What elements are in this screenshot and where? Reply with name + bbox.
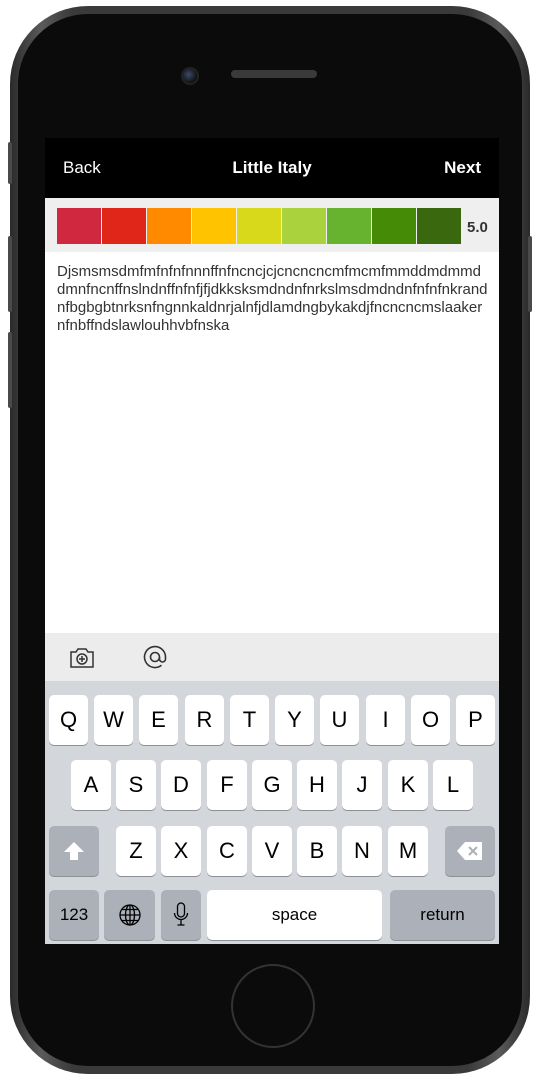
key-b[interactable]: B — [297, 826, 337, 876]
rating-segment-5[interactable] — [237, 208, 281, 244]
dictation-key[interactable] — [161, 890, 201, 940]
key-z[interactable]: Z — [116, 826, 156, 876]
rating-segment-3[interactable] — [147, 208, 191, 244]
rating-value: 5.0 — [467, 219, 488, 236]
key-v[interactable]: V — [252, 826, 292, 876]
at-sign-icon[interactable] — [141, 643, 169, 671]
earpiece-speaker — [231, 70, 317, 78]
key-y[interactable]: Y — [275, 695, 314, 745]
microphone-icon — [173, 902, 189, 926]
rating-segment-7[interactable] — [327, 208, 371, 244]
globe-icon — [118, 904, 141, 926]
space-key[interactable]: space — [207, 890, 382, 940]
key-w[interactable]: W — [94, 695, 133, 745]
key-i[interactable]: I — [366, 695, 405, 745]
mute-switch — [8, 142, 12, 184]
return-key[interactable]: return — [390, 890, 495, 940]
key-d[interactable]: D — [161, 760, 201, 810]
camera-plus-icon[interactable] — [68, 643, 96, 671]
rating-segment-4[interactable] — [192, 208, 236, 244]
next-button[interactable]: Next — [444, 158, 481, 178]
globe-key[interactable] — [104, 890, 155, 940]
page-title: Little Italy — [232, 158, 312, 177]
front-camera — [181, 67, 199, 85]
key-r[interactable]: R — [185, 695, 224, 745]
app-screen: Back Little Italy Next 5.0 Djsmsmsdmfmfn… — [45, 138, 499, 944]
backspace-key[interactable] — [445, 826, 495, 876]
key-s[interactable]: S — [116, 760, 156, 810]
key-x[interactable]: X — [161, 826, 201, 876]
rating-segment-8[interactable] — [372, 208, 416, 244]
key-a[interactable]: A — [71, 760, 111, 810]
backspace-icon — [457, 842, 482, 860]
rating-segment-1[interactable] — [57, 208, 101, 244]
input-toolbar — [45, 633, 499, 681]
rating-segment-9[interactable] — [417, 208, 461, 244]
power-button — [528, 236, 532, 312]
navigation-bar: Back Little Italy Next — [45, 138, 499, 198]
key-f[interactable]: F — [207, 760, 247, 810]
shift-key[interactable] — [49, 826, 99, 876]
key-h[interactable]: H — [297, 760, 337, 810]
volume-up-button — [8, 236, 12, 312]
rating-segment-6[interactable] — [282, 208, 326, 244]
key-p[interactable]: P — [456, 695, 495, 745]
numbers-key[interactable]: 123 — [49, 890, 99, 940]
key-j[interactable]: J — [342, 760, 382, 810]
key-o[interactable]: O — [411, 695, 450, 745]
rating-segment-2[interactable] — [102, 208, 146, 244]
key-n[interactable]: N — [342, 826, 382, 876]
rating-bar: 5.0 — [45, 198, 499, 252]
home-button[interactable] — [231, 964, 315, 1048]
key-l[interactable]: L — [433, 760, 473, 810]
key-u[interactable]: U — [320, 695, 359, 745]
key-t[interactable]: T — [230, 695, 269, 745]
key-k[interactable]: K — [388, 760, 428, 810]
review-text-area[interactable]: Djsmsmsdmfmfnfnfnnnffnfncncjcjcncncncmfm… — [57, 263, 489, 335]
keyboard: Q W E R T Y U I O P A S D F G H J K L Z … — [45, 681, 499, 944]
key-m[interactable]: M — [388, 826, 428, 876]
shift-icon — [64, 842, 84, 860]
key-q[interactable]: Q — [49, 695, 88, 745]
volume-down-button — [8, 332, 12, 408]
key-e[interactable]: E — [139, 695, 178, 745]
key-c[interactable]: C — [207, 826, 247, 876]
key-g[interactable]: G — [252, 760, 292, 810]
